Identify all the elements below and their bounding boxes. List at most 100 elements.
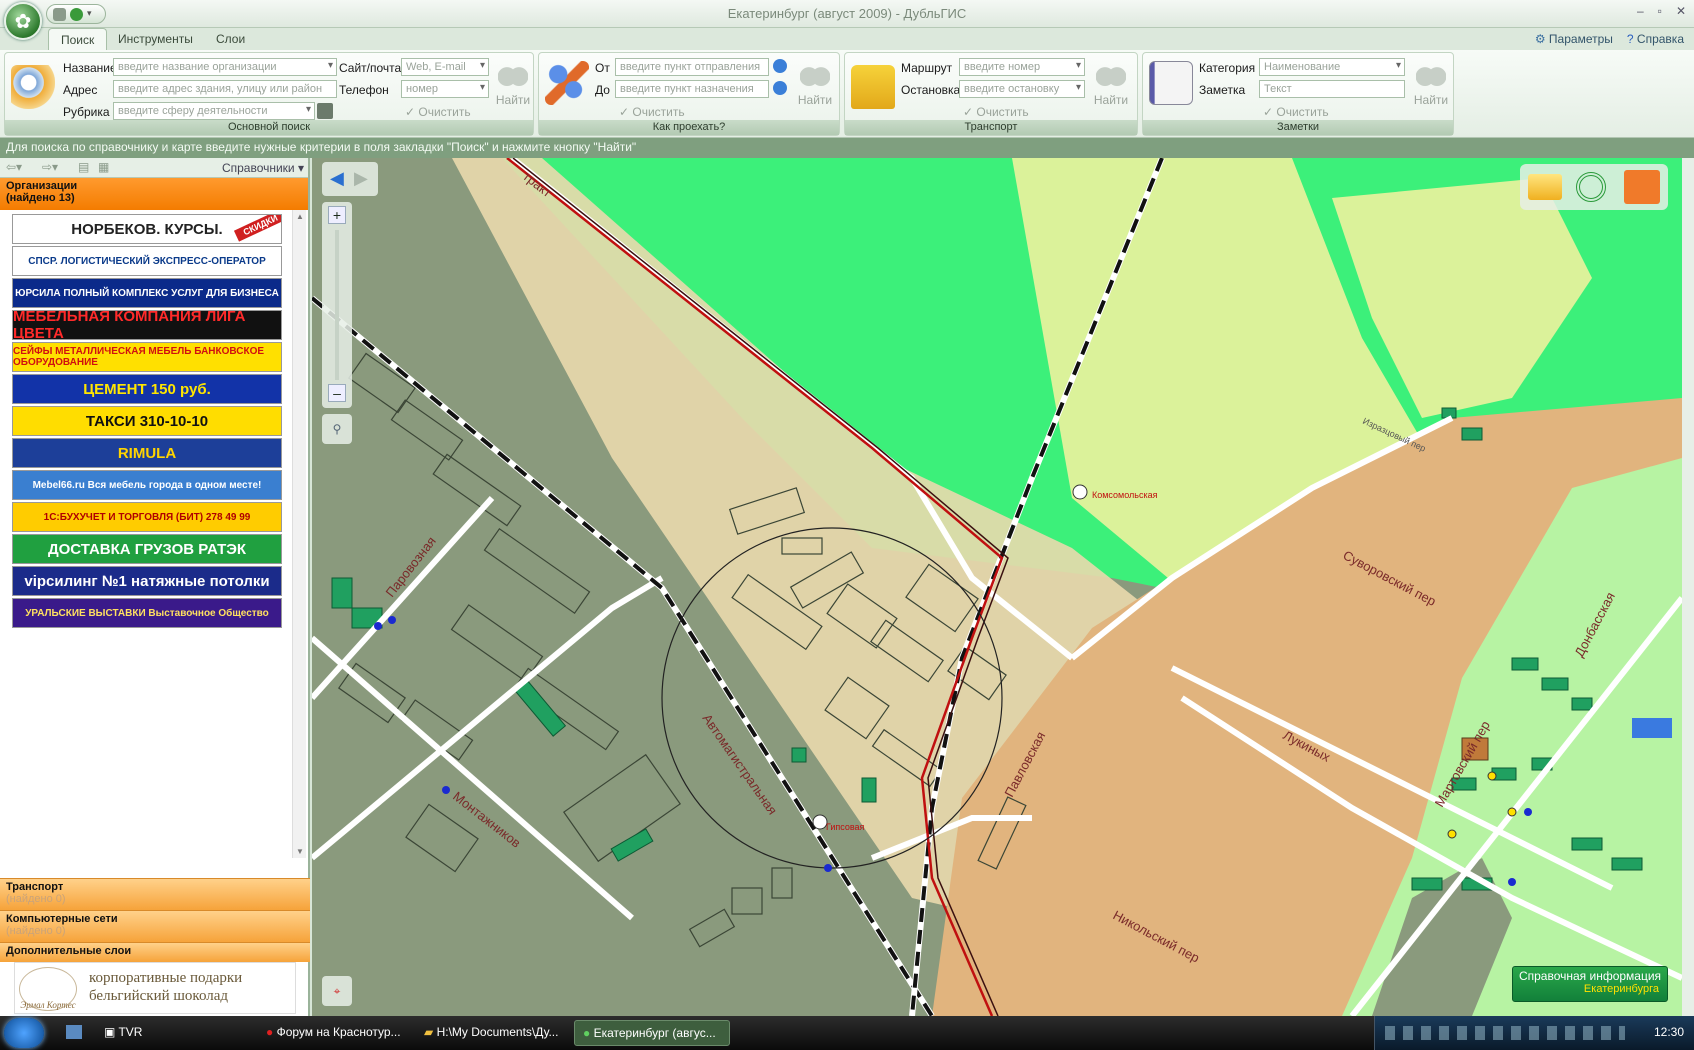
ad-banner-text: ТАКСИ 310-10-10 [85,412,209,430]
clear-route-button[interactable]: ✓ Очистить [619,105,685,119]
note-input[interactable]: Текст [1259,80,1405,98]
taskbar-item-forum[interactable]: ● Форум на Краснотур... [258,1020,408,1046]
ad-banner[interactable]: ЦЕМЕНТ 150 руб. [12,374,282,404]
station-marker[interactable] [812,814,828,830]
banner-scrollbar[interactable]: ▲ ▼ [292,210,306,858]
organizations-header[interactable]: Организации (найдено 13) [0,178,308,210]
ad-banner[interactable]: ЮРСИЛА ПОЛНЫЙ КОМПЛЕКС УСЛУГ ДЛЯ БИЗНЕСА [12,278,282,308]
zoom-slider[interactable]: + – [322,202,352,408]
ribbon: Название введите название организации Ад… [0,50,1694,138]
to-input[interactable]: введите пункт назначения [615,80,769,98]
ad-banner-text: vipсилинг №1 натяжные потолки [24,572,270,590]
scroll-up-icon[interactable]: ▲ [296,212,304,221]
ad-banner[interactable]: СПСР. ЛОГИСТИЧЕСКИЙ ЭКСПРЕСС-ОПЕРАТОР [12,246,282,276]
clear-notes-button[interactable]: ✓ Очистить [1263,105,1329,119]
close-icon[interactable]: ✕ [1676,4,1686,18]
app-menu-button[interactable]: ✿ [4,2,42,40]
title-bar: ▾ Екатеринбург (август 2009) - ДубльГИС … [0,0,1694,28]
route-number-input[interactable]: введите номер [959,58,1085,76]
desktop-icon[interactable] [66,1025,82,1039]
ad-banner[interactable]: ДОСТАВКА ГРУЗОВ РАТЭК [12,534,282,564]
eraser-icon: ✓ [963,105,977,119]
name-input[interactable]: введите название организации [113,58,337,76]
phone-label: Телефон [339,83,389,97]
station-marker[interactable] [1072,484,1088,500]
tray-icons[interactable] [1385,1026,1625,1040]
route-number-label: Маршрут [901,61,953,75]
group-transport: Маршрут введите номер Остановка введите … [844,52,1138,136]
from-pick-icon[interactable] [773,59,787,73]
taskbar-item-folder[interactable]: ▰ H:\My Documents\Ду... [416,1020,566,1046]
clear-main-button[interactable]: ✓ Очистить [405,105,471,119]
group-footer: Основной поиск [5,120,533,135]
print-icon[interactable]: ▦ [98,160,109,174]
name-label: Название [63,61,117,75]
map-scrollbar[interactable] [1682,158,1694,1016]
zoom-in-icon[interactable]: + [328,206,346,224]
ad-text: корпоративные подарки бельгийский шокола… [89,970,243,1004]
help-link[interactable]: ? Справка [1627,32,1684,46]
find-route-button[interactable]: Найти [793,59,837,119]
address-input[interactable]: введите адрес здания, улицу или район [113,80,337,98]
ad-banner[interactable]: МЕБЕЛЬНАЯ КОМПАНИЯ ЛИГА ЦВЕТА [12,310,282,340]
reference-info-button[interactable]: Справочная информация Екатеринбурга [1512,966,1668,1002]
taskbar-item-tvr[interactable]: ▣ TVR [96,1020,246,1046]
stop-input[interactable]: введите остановку [959,80,1085,98]
app-logo-icon: ✿ [14,10,32,33]
chocolate-ad[interactable]: Эрмал Кортес корпоративные подарки бельг… [14,962,296,1014]
find-notes-button[interactable]: Найти [1409,59,1453,119]
radius-icon[interactable] [1576,172,1606,202]
ad-banner[interactable]: vipсилинг №1 натяжные потолки [12,566,282,596]
maximize-icon[interactable]: ▫ [1658,4,1662,18]
ad-banner[interactable]: ТАКСИ 310-10-10 [12,406,282,436]
ad-banner-text: НОРБЕКОВ. КУРСЫ. [71,220,223,238]
category-select[interactable]: Наименование [1259,58,1405,76]
to-pick-icon[interactable] [773,81,787,95]
back-icon[interactable]: ⇦▾ [6,160,22,174]
section-additional-layers[interactable]: Дополнительные слои [0,942,310,962]
rubricator-icon[interactable] [317,103,333,119]
tab-search[interactable]: Поиск [48,28,108,50]
ruler-icon[interactable] [1528,174,1562,200]
scroll-down-icon[interactable]: ▼ [296,847,304,856]
ad-banner[interactable]: Mebel66.ru Вся мебель города в одном мес… [12,470,282,500]
location-icon[interactable]: ⌖ [322,976,352,1006]
ad-banner[interactable]: RIMULA [12,438,282,468]
directories-menu[interactable]: Справочники ▾ [222,161,304,175]
site-input[interactable]: Web, E-mail [401,58,489,76]
zoom-rect-icon[interactable]: ⚲ [322,414,352,444]
find-main-button[interactable]: Найти [491,59,535,119]
section-computer-networks[interactable]: Компьютерные сети (найдено 0) [0,910,310,942]
map-forward-icon[interactable]: ▶ [354,168,368,189]
minimize-icon[interactable]: – [1637,4,1644,18]
tab-tools[interactable]: Инструменты [106,28,205,50]
zoom-track[interactable] [335,230,339,380]
zoom-out-icon[interactable]: – [328,384,346,402]
find-transport-button[interactable]: Найти [1089,59,1133,119]
map-view[interactable]: тракт Комсомольская Монтажников Автомаги… [312,158,1682,1016]
from-input[interactable]: введите пункт отправления [615,58,769,76]
start-button[interactable] [4,1018,44,1048]
map-tools [1520,164,1668,210]
ad-banner-text: УРАЛЬСКИЕ ВЫСТАВКИ Выставочное Общество [25,607,269,619]
rubric-input[interactable]: введите сферу деятельности [113,102,315,120]
ad-banner[interactable]: 1С:БУХУЧЕТ И ТОРГОВЛЯ (БИТ) 278 49 99 [12,502,282,532]
taskbar-item-2gis[interactable]: ● Екатеринбург (авгус... [574,1020,730,1046]
tab-layers[interactable]: Слои [204,28,257,50]
forward-icon[interactable]: ⇨▾ [42,160,58,174]
phone-input[interactable]: номер [401,80,489,98]
ad-banner-text: RIMULA [117,444,177,462]
map-back-icon[interactable]: ◀ [330,168,344,189]
ad-banner-text: СЕЙФЫ МЕТАЛЛИЧЕСКАЯ МЕБЕЛЬ БАНКОВСКОЕ ОБ… [13,346,265,368]
map-canvas[interactable]: тракт Комсомольская Монтажников Автомаги… [312,158,1682,1016]
window-title: Екатеринбург (август 2009) - ДубльГИС [727,6,967,21]
eraser-icon: ✓ [1263,105,1277,119]
list-icon[interactable]: ▤ [78,160,89,174]
ad-banner[interactable]: НОРБЕКОВ. КУРСЫ. СКИДКИ [12,214,282,244]
params-link[interactable]: ⚙ Параметры [1535,32,1613,46]
ad-banner[interactable]: СЕЙФЫ МЕТАЛЛИЧЕСКАЯ МЕБЕЛЬ БАНКОВСКОЕ ОБ… [12,342,282,372]
ad-banner[interactable]: УРАЛЬСКИЕ ВЫСТАВКИ Выставочное Общество [12,598,282,628]
area-icon[interactable] [1624,170,1660,204]
clear-transport-button[interactable]: ✓ Очистить [963,105,1029,119]
section-transport[interactable]: Транспорт (найдено 0) [0,878,310,910]
